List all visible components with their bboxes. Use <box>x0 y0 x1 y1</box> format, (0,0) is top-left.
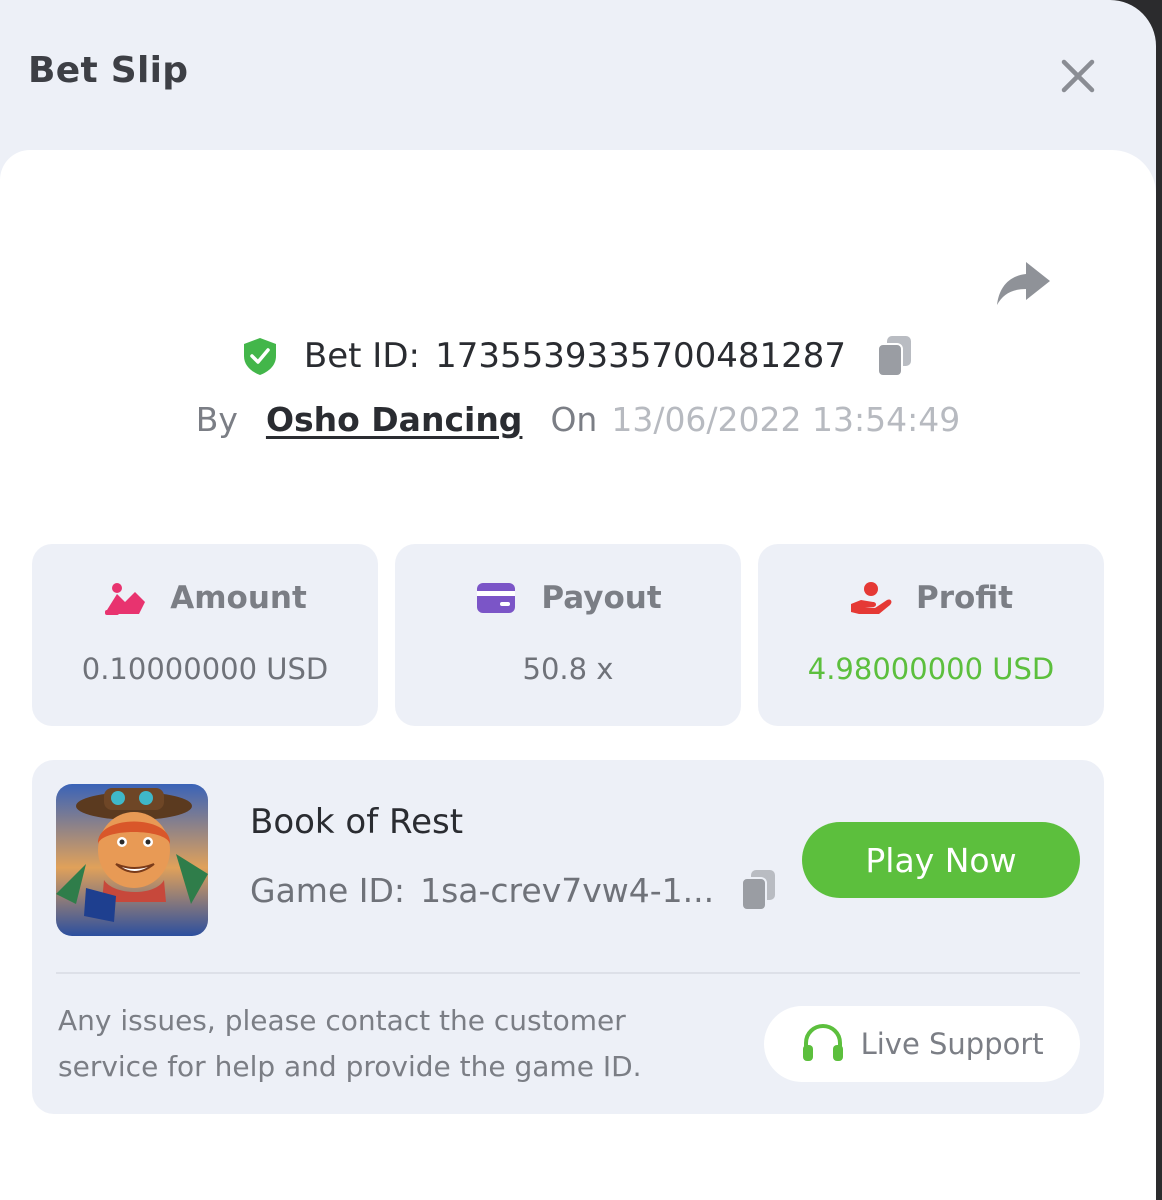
bet-id-label: Bet ID: <box>303 336 420 376</box>
wallet-icon <box>477 583 516 613</box>
game-title: Book of Rest <box>250 802 464 842</box>
bet-slip-modal: Bet Slip Bet ID: 173553933570048128​7 By… <box>0 0 1156 1200</box>
copy-bet-id-icon[interactable] <box>875 334 915 378</box>
profit-hand-icon <box>850 582 892 614</box>
close-icon[interactable] <box>1056 54 1100 98</box>
live-support-label: Live Support <box>860 1027 1044 1061</box>
amount-stat-card: Amount 0.10000000 USD <box>32 544 378 726</box>
game-id-label: Game ID: <box>250 870 405 910</box>
user-link[interactable]: Osho Dancing <box>266 400 523 439</box>
live-support-button[interactable]: Live Support <box>764 1006 1080 1082</box>
profit-stat-card: Profit 4.98000000 USD <box>758 544 1104 726</box>
divider <box>56 972 1080 974</box>
game-thumbnail-art <box>56 784 208 936</box>
payout-label: Payout <box>541 580 662 616</box>
support-notice: Any issues, please contact the customer … <box>58 1004 642 1083</box>
coins-icon <box>105 583 146 615</box>
profit-value: 4.98000000 USD <box>807 652 1055 686</box>
bet-meta-row: By Osho Dancing On 13/06/2022 13:54:49 <box>0 400 1156 446</box>
verified-shield-icon <box>243 338 276 375</box>
amount-value: 0.10000000 USD <box>81 652 329 686</box>
headset-icon <box>803 1023 844 1061</box>
share-icon[interactable] <box>994 258 1052 308</box>
payout-value: 50.8 x <box>522 652 614 686</box>
copy-game-id-icon[interactable] <box>739 868 779 912</box>
by-label: By <box>195 400 238 439</box>
modal-header: Bet Slip <box>0 0 1156 150</box>
profit-label: Profit <box>915 580 1014 616</box>
game-id-value: 1sa-crev7vw4-1... <box>420 870 715 910</box>
modal-title: Bet Slip <box>28 50 189 91</box>
payout-stat-card: Payout 50.8 x <box>395 544 741 726</box>
amount-label: Amount <box>170 580 307 616</box>
bet-id-row: Bet ID: 173553933570048128​7 <box>0 334 1156 384</box>
game-panel: Book of Rest Game ID: 1sa-crev7vw4-1... … <box>32 760 1104 1114</box>
game-id-row: Game ID: 1sa-crev7vw4-1... <box>250 868 779 916</box>
game-thumbnail[interactable] <box>56 784 208 936</box>
play-now-button[interactable]: Play Now <box>802 822 1080 898</box>
bet-id-value: 173553933570048128​7 <box>435 336 847 376</box>
on-label: On <box>550 400 598 439</box>
bet-datetime: 13/06/2022 13:54:49 <box>611 400 961 439</box>
